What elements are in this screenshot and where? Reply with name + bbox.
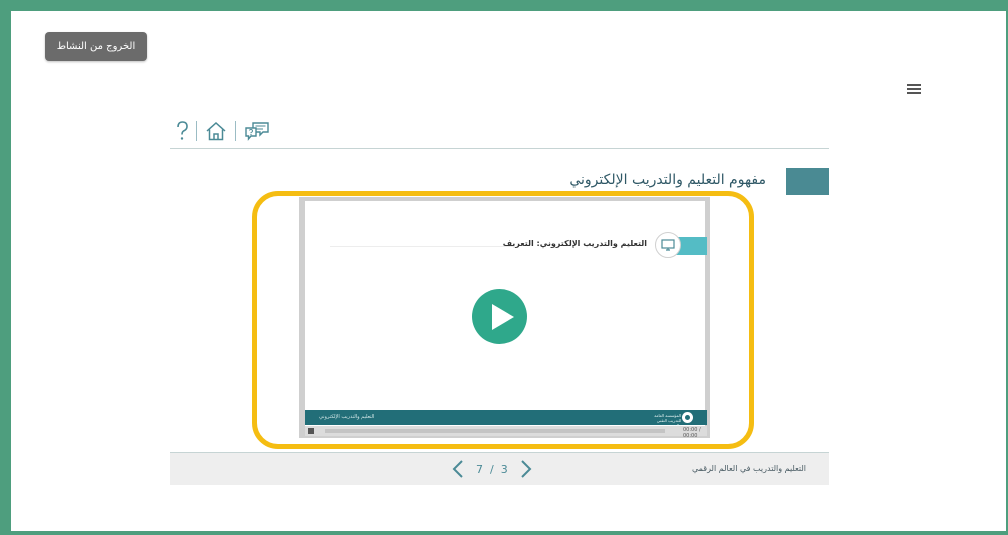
previous-page-icon[interactable] — [452, 460, 464, 478]
help-question-icon[interactable] — [176, 121, 188, 141]
page-current: 3 — [500, 462, 508, 476]
pagination: 7 / 3 — [452, 459, 532, 479]
toolbar-divider — [196, 121, 197, 141]
video-play-button[interactable] — [472, 289, 527, 344]
page-indicator: 7 / 3 — [476, 463, 508, 476]
play-icon — [491, 303, 514, 330]
exit-activity-button[interactable]: الخروج من النشاط — [45, 32, 147, 61]
page-total: 7 — [476, 462, 483, 476]
course-name: التعليم والتدريب في العالم الرقمي — [692, 464, 806, 473]
section-title: مفهوم التعليم والتدريب الإلكتروني — [569, 172, 766, 188]
slide-title-underline — [330, 246, 515, 247]
video-progress-track[interactable] — [325, 429, 665, 433]
control-play-icon[interactable] — [308, 428, 314, 434]
organization-logo-icon — [682, 412, 693, 423]
section-accent-tab — [786, 168, 829, 195]
next-page-icon[interactable] — [520, 460, 532, 478]
toolbar — [176, 118, 270, 144]
header-divider — [170, 148, 829, 149]
slide-footer: التعليم والتدريب الإلكتروني المؤسسة العا… — [305, 410, 707, 428]
video-time: 00:00 / 00:00 — [683, 427, 701, 439]
toolbar-divider — [235, 121, 236, 141]
monitor-icon — [655, 232, 681, 258]
hamburger-menu-icon[interactable] — [907, 84, 921, 94]
page-separator: / — [490, 462, 494, 476]
home-icon[interactable] — [205, 121, 227, 141]
discussion-forum-icon[interactable] — [244, 120, 270, 142]
slide-footer-label: التعليم والتدريب الإلكتروني — [319, 414, 375, 420]
video-controls: 00:00 / 00:00 — [305, 426, 707, 439]
